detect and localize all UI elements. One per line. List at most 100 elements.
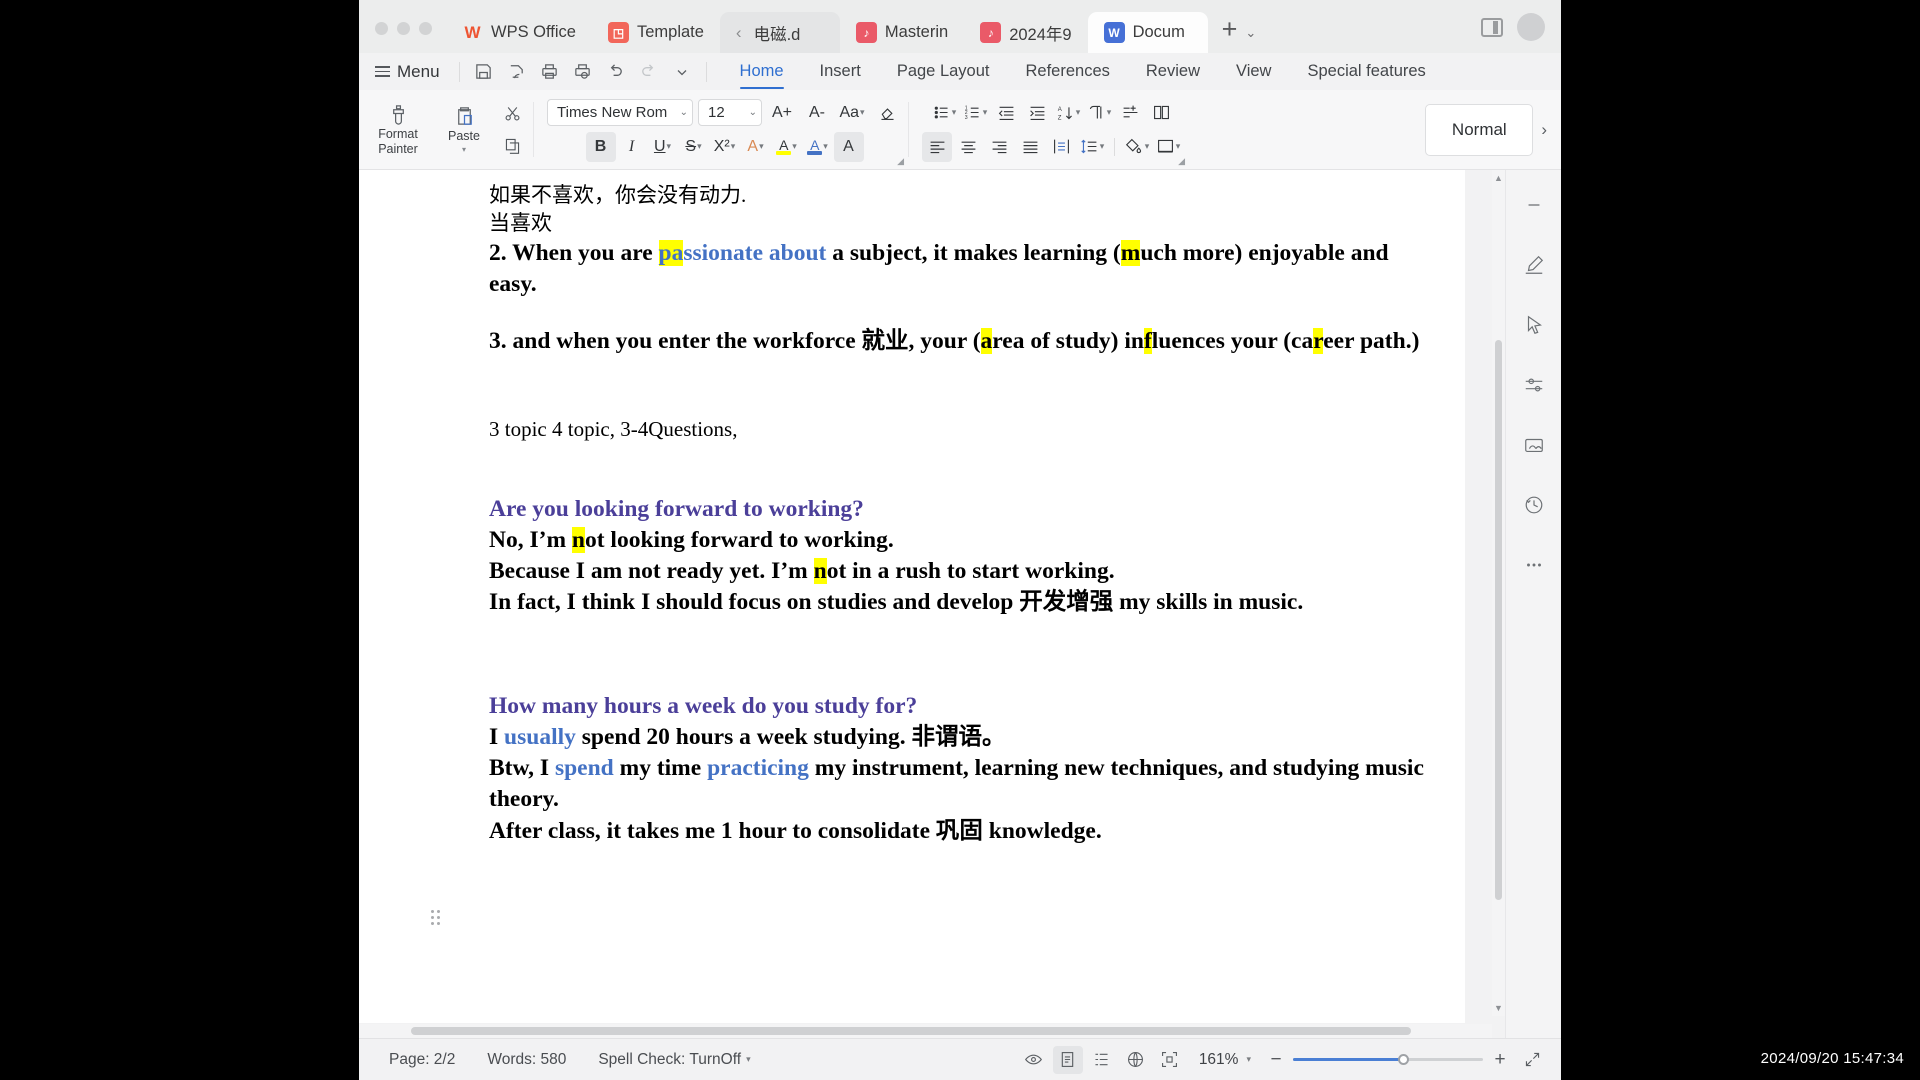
image-tool-icon[interactable] [1519,430,1549,460]
sort-icon[interactable]: A Z ▾ [1053,98,1083,128]
shrink-font-icon[interactable]: A- [802,98,832,128]
close-window-button[interactable] [375,22,388,35]
font-name-select[interactable]: Times New Rom ⌄ [547,99,693,126]
align-left-icon[interactable] [922,131,952,162]
line-spacing-icon[interactable]: ▾ [1077,132,1107,162]
grow-font-icon[interactable]: A+ [767,98,797,128]
merge-icon[interactable] [1115,98,1145,128]
tab-dianci[interactable]: ‹ 电磁.d [719,12,840,53]
minus-icon[interactable] [1519,190,1549,220]
zoom-level[interactable]: 161% [1189,1051,1243,1069]
customize-chevron-icon[interactable] [667,57,697,87]
avatar[interactable] [1517,13,1545,41]
clock-history-icon[interactable] [1519,490,1549,520]
font-color-button[interactable]: A ▾ [803,132,833,162]
tab-wps-office[interactable]: W WPS Office [446,12,592,53]
tab-document[interactable]: W Docum [1087,12,1208,53]
document-body[interactable]: 如果不喜欢，你会没有动力. 当喜欢 2. When you are passio… [489,182,1425,847]
ribbon-tab-view[interactable]: View [1220,53,1287,90]
align-justify-icon[interactable] [1015,132,1045,162]
minimize-window-button[interactable] [397,22,410,35]
paragraph-drag-handle[interactable] [431,910,440,925]
save-icon[interactable] [469,57,499,87]
save-as-icon[interactable] [502,57,532,87]
paragraph-dialog-launcher-icon[interactable]: ◢ [1178,156,1185,167]
sliders-icon[interactable] [1519,370,1549,400]
chevron-down-icon[interactable]: ▾ [462,145,466,154]
tab-template[interactable]: ◳ Template [592,12,720,53]
tab-mastering[interactable]: ♪ Masterin [840,12,964,53]
page-indicator[interactable]: Page: 2/2 [373,1051,471,1069]
italic-button[interactable]: I [617,132,647,162]
page-view-icon[interactable] [1052,1045,1083,1074]
character-shading-button[interactable]: A [833,131,864,162]
decrease-indent-icon[interactable] [991,98,1021,128]
format-painter-line2: Painter [378,142,418,156]
expand-icon[interactable] [1517,1046,1547,1074]
align-right-icon[interactable] [984,132,1014,162]
web-view-icon[interactable] [1121,1046,1151,1074]
back-chevron-icon[interactable]: ‹ [736,23,742,43]
columns-icon[interactable] [1146,98,1176,128]
print-icon[interactable] [535,57,565,87]
paragraph-marks-icon[interactable]: ▾ [1084,98,1114,128]
ribbon-tab-references[interactable]: References [1010,53,1126,90]
strikethrough-button[interactable]: S ▾ [679,132,709,162]
fullscreen-focus-icon[interactable] [1155,1046,1185,1074]
print-preview-icon[interactable] [568,57,598,87]
paste-button[interactable]: Paste ▾ [431,105,497,154]
ribbon-tab-home[interactable]: Home [724,53,800,90]
scroll-up-icon[interactable]: ▲ [1492,170,1505,186]
tab-2024-sept[interactable]: ♪ 2024年9 [964,12,1087,53]
scroll-down-icon[interactable]: ▼ [1492,1000,1505,1016]
new-tab-button[interactable]: + [1208,14,1246,53]
zoom-slider[interactable] [1293,1052,1483,1068]
styles-next-icon[interactable]: › [1533,120,1555,140]
distribute-icon[interactable] [1046,132,1076,162]
spell-check-status[interactable]: Spell Check: TurnOff ▾ [582,1051,766,1069]
clear-formatting-icon[interactable] [872,98,902,128]
document-page[interactable]: 如果不喜欢，你会没有动力. 当喜欢 2. When you are passio… [359,170,1465,1023]
scissors-icon[interactable] [497,99,527,129]
paragraph-shading-icon[interactable]: ▾ [1122,132,1152,162]
superscript-button[interactable]: X² ▾ [710,132,740,162]
style-normal-button[interactable]: Normal [1425,103,1534,156]
zoom-in-button[interactable]: + [1487,1049,1513,1071]
underline-button[interactable]: U ▾ [648,132,678,162]
font-size-select[interactable]: 12 ⌄ [698,99,762,126]
maximize-window-button[interactable] [419,22,432,35]
ribbon-tab-insert[interactable]: Insert [804,53,877,90]
zoom-chevron-icon[interactable]: ▾ [1246,1054,1259,1065]
ribbon-tab-page-layout[interactable]: Page Layout [881,53,1006,90]
vertical-scrollbar[interactable]: ▲ ▼ [1492,170,1505,1016]
word-count[interactable]: Words: 580 [471,1051,582,1069]
numbered-list-icon[interactable]: 1 2 3 ▾ [960,98,990,128]
undo-icon[interactable] [601,57,631,87]
horizontal-scrollbar[interactable] [359,1024,1492,1038]
vertical-scroll-thumb[interactable] [1495,340,1502,900]
zoom-slider-fill [1293,1058,1404,1061]
cursor-arrow-icon[interactable] [1519,310,1549,340]
main-menu-button[interactable]: Menu [369,62,450,82]
bullet-list-icon[interactable]: ▾ [929,98,959,128]
pen-tool-icon[interactable] [1519,250,1549,280]
format-painter-button[interactable]: Format Painter [365,103,431,157]
horizontal-scroll-thumb[interactable] [411,1027,1411,1035]
toggle-side-panel-icon[interactable] [1481,17,1503,37]
copy-icon[interactable] [497,131,527,161]
read-mode-icon[interactable] [1019,1046,1049,1074]
zoom-slider-knob[interactable] [1397,1054,1409,1065]
change-case-icon[interactable]: Aa ▾ [837,98,867,128]
more-dots-icon[interactable] [1519,550,1549,580]
highlight-color-button[interactable]: A ▾ [772,132,802,162]
zoom-out-button[interactable]: − [1263,1049,1289,1071]
increase-indent-icon[interactable] [1022,98,1052,128]
outline-view-icon[interactable] [1087,1046,1117,1074]
bold-button[interactable]: B [585,131,616,162]
font-dialog-launcher-icon[interactable]: ◢ [897,156,904,167]
ribbon-tab-review[interactable]: Review [1130,53,1216,90]
align-center-icon[interactable] [953,132,983,162]
new-tab-chevron-icon[interactable]: ⌄ [1245,25,1258,53]
text-effects-button[interactable]: A ▾ [741,132,771,162]
ribbon-tab-special-features[interactable]: Special features [1291,53,1441,90]
